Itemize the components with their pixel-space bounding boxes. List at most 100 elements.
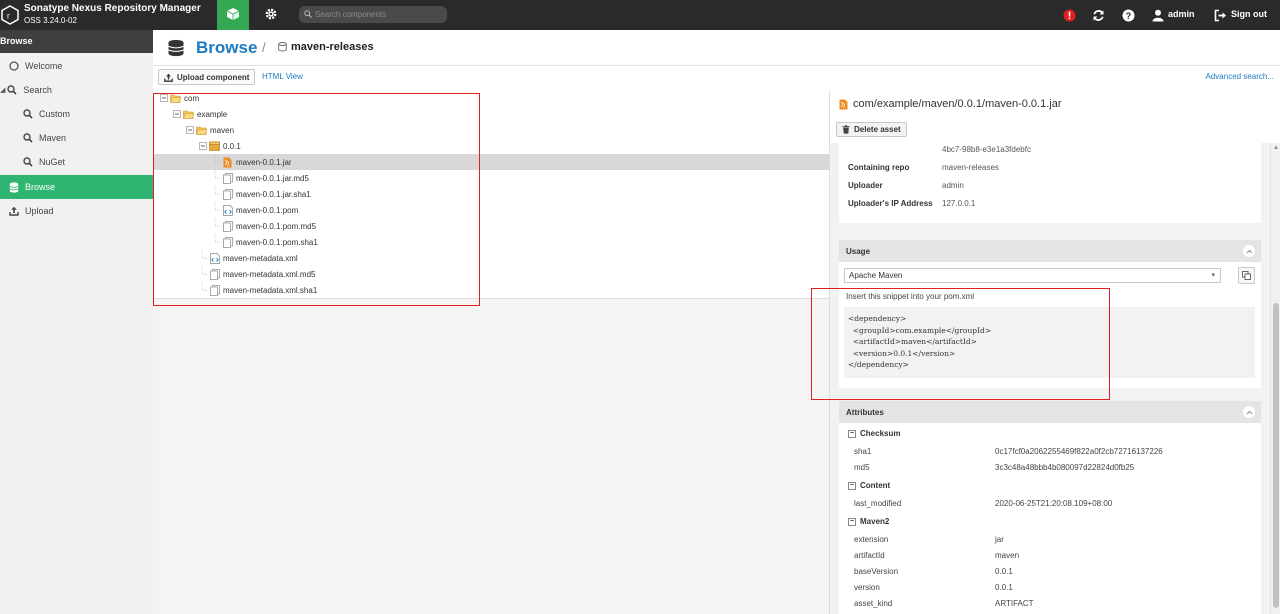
jar-file-icon: [839, 99, 848, 109]
summary-value: 4bc7-98b8-e3e1a3fdebfc: [942, 145, 1031, 154]
system-status-alert-icon[interactable]: [1061, 7, 1077, 23]
attr-value: maven: [995, 551, 1020, 560]
summary-value: admin: [942, 181, 964, 190]
nexus-logo-icon[interactable]: r: [0, 5, 20, 25]
attributes-section-body: − Checksum sha1 0c17fcf0a2062255469f822a…: [839, 423, 1261, 614]
html-view-link[interactable]: HTML View: [262, 72, 303, 81]
collapse-icon[interactable]: [1243, 245, 1255, 257]
breadcrumb-repo: maven-releases: [291, 41, 374, 53]
attr-group-maven2[interactable]: − Maven2: [848, 517, 889, 526]
nav-item-nuget[interactable]: NuGet: [0, 150, 153, 174]
nav-item-upload[interactable]: Upload: [0, 199, 153, 223]
help-icon[interactable]: ?: [1120, 7, 1136, 23]
usage-section-header[interactable]: Usage: [839, 240, 1261, 262]
gear-icon: [264, 7, 278, 23]
attr-key: last_modified: [854, 499, 902, 508]
scrollbar-thumb[interactable]: [1273, 303, 1279, 608]
scroll-up-icon[interactable]: ▲: [1273, 145, 1279, 151]
search-input[interactable]: [315, 8, 443, 21]
usage-format-select[interactable]: Apache Maven ▾: [844, 268, 1221, 283]
attr-value: 2020-06-25T21:20:08.109+08:00: [995, 499, 1113, 508]
sign-out-link[interactable]: Sign out: [1231, 9, 1267, 19]
svg-text:?: ?: [1125, 11, 1131, 21]
admin-mode-button[interactable]: [256, 0, 286, 30]
user-icon[interactable]: [1150, 7, 1166, 23]
chevron-down-icon: ▾: [1211, 272, 1215, 279]
page-title[interactable]: Browse: [196, 38, 257, 58]
advanced-search-link[interactable]: Advanced search...: [1206, 72, 1274, 81]
nav-item-search[interactable]: ◢ Search: [0, 78, 153, 102]
attr-value: ARTIFACT: [995, 599, 1034, 608]
nav-item-label: Welcome: [25, 61, 63, 71]
collapse-minus-icon[interactable]: −: [848, 429, 856, 438]
nav-item-label: Upload: [25, 206, 54, 216]
attr-value: 0.0.1: [995, 583, 1013, 592]
database-icon: [167, 39, 185, 59]
delete-asset-label: Delete asset: [854, 125, 901, 134]
expand-chevron-icon[interactable]: ◢: [0, 86, 5, 94]
summary-value: 127.0.0.1: [942, 199, 976, 208]
search-icon: [304, 10, 312, 18]
search-icon: [22, 108, 34, 120]
breadcrumb-separator: /: [262, 40, 266, 55]
copy-icon: [1242, 271, 1251, 280]
database-icon: [278, 42, 287, 54]
nav-item-label: Maven: [39, 133, 67, 143]
nav-item-label: Browse: [25, 182, 56, 192]
delete-asset-button[interactable]: Delete asset: [836, 122, 907, 137]
attr-key: baseVersion: [854, 567, 899, 576]
asset-title: com/example/maven/0.0.1/maven-0.0.1.jar: [839, 98, 1062, 110]
search-icon: [22, 132, 34, 144]
attr-group-label: Maven2: [860, 517, 890, 526]
nav-item-maven[interactable]: Maven: [0, 126, 153, 150]
details-scrollbar[interactable]: ▲: [1270, 143, 1280, 614]
attr-group-checksum[interactable]: − Checksum: [848, 429, 900, 438]
collapse-icon[interactable]: [1243, 406, 1255, 418]
attr-key: sha1: [854, 447, 872, 456]
summary-key: Containing repo: [848, 163, 910, 172]
nav-item-browse[interactable]: Browse: [0, 175, 153, 199]
top-bar: r Sonatype Nexus Repository Manager OSS …: [0, 0, 1280, 30]
nav-item-welcome[interactable]: Welcome: [0, 54, 153, 78]
collapse-minus-icon[interactable]: −: [848, 481, 856, 490]
attr-group-label: Checksum: [860, 429, 901, 438]
summary-key: Uploader's IP Address: [848, 199, 933, 208]
copy-snippet-button[interactable]: [1238, 267, 1255, 284]
app-title: Sonatype Nexus Repository Manager: [24, 3, 201, 14]
attr-group-content[interactable]: − Content: [848, 481, 890, 490]
upload-component-label: Upload component: [177, 72, 250, 82]
tree-empty-area: [153, 299, 829, 614]
summary-section: 4bc7-98b8-e3e1a3fdebfc Containing repo m…: [839, 143, 1261, 223]
highlight-box-tree: [153, 93, 480, 306]
user-name[interactable]: admin: [1168, 9, 1195, 19]
left-navigation: Browse Welcome ◢ Search Custom Maven NuG…: [0, 30, 153, 614]
svg-text:r: r: [7, 12, 10, 21]
attr-value: 0.0.1: [995, 567, 1013, 576]
attr-group-label: Content: [860, 481, 891, 490]
usage-format-value: Apache Maven: [849, 271, 903, 280]
circle-icon: [8, 60, 20, 72]
collapse-minus-icon[interactable]: −: [848, 517, 856, 526]
attr-value: jar: [995, 535, 1004, 544]
nav-item-label: Custom: [39, 109, 71, 119]
attr-key: extension: [854, 535, 889, 544]
usage-title: Usage: [846, 247, 871, 256]
refresh-icon[interactable]: [1090, 7, 1106, 23]
sign-out-icon[interactable]: [1212, 7, 1228, 23]
nav-item-label: NuGet: [39, 157, 66, 167]
nav-item-label: Search: [23, 85, 52, 95]
breadcrumb: Browse / maven-releases: [153, 30, 1280, 66]
upload-icon: [164, 73, 173, 82]
browse-mode-button[interactable]: [217, 0, 249, 30]
search-components[interactable]: [299, 6, 447, 23]
attributes-section-header[interactable]: Attributes: [839, 401, 1261, 423]
upload-component-button[interactable]: Upload component: [158, 69, 256, 85]
search-icon: [22, 156, 34, 168]
highlight-box-snippet: [811, 288, 1110, 400]
attr-key: version: [854, 583, 880, 592]
trash-icon: [842, 125, 850, 134]
attr-value: 0c17fcf0a2062255469f822a0f2cb72716137226: [995, 447, 1163, 456]
attr-value: 3c3c48a48bbb4b080097d22824d0fb25: [995, 463, 1135, 472]
attributes-title: Attributes: [846, 408, 884, 417]
nav-item-custom[interactable]: Custom: [0, 102, 153, 126]
